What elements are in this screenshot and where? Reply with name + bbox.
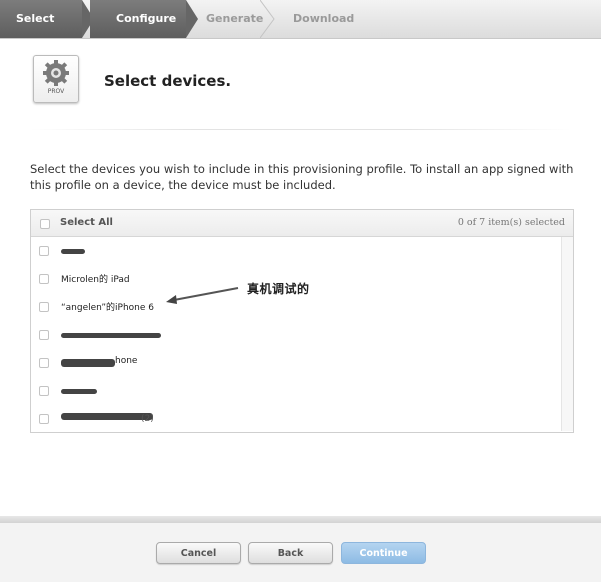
redaction-mark [61,249,85,254]
device-checkbox[interactable] [39,274,49,284]
list-scrollbar[interactable] [561,237,573,431]
device-checkbox[interactable] [39,330,49,340]
redaction-mark [61,389,97,394]
step-select-type: Select Type [0,0,82,63]
instructions-text: Select the devices you wish to include i… [30,162,574,192]
device-name: Microlen的 iPad [61,275,130,285]
device-list-header: Select All 0 of 7 item(s) selected [31,210,573,237]
device-checkbox[interactable] [39,246,49,256]
select-all-checkbox[interactable] [40,219,50,229]
list-item[interactable] [31,377,561,405]
list-item[interactable] [31,237,561,265]
page-title: Select devices. [104,72,232,90]
step-configure: Configure [90,0,186,38]
step-bar: Select Type Configure Generate Download [0,0,601,63]
list-item[interactable] [31,321,561,349]
icon-caption: PROV [47,88,65,95]
device-checkbox[interactable] [39,386,49,396]
provisioning-profile-icon: PROV [33,55,79,103]
annotation-label: 真机调试的 [247,282,310,296]
list-item[interactable]: (2) [31,405,561,433]
selection-count: 0 of 7 item(s) selected [457,217,565,228]
step-generate: Generate [206,12,264,25]
redaction-mark [61,359,115,367]
step-download: Download [293,12,355,25]
gear-icon [43,60,69,86]
redaction-mark [61,333,161,338]
device-name: (2) [141,414,154,424]
device-list: Select All 0 of 7 item(s) selected Micro… [30,209,574,433]
device-name: hone [115,356,138,366]
cancel-button[interactable]: Cancel [156,542,241,564]
back-button[interactable]: Back [248,542,333,564]
device-name: “angelen”的iPhone 6 [61,303,155,313]
device-checkbox[interactable] [39,358,49,368]
divider [30,129,572,130]
list-item[interactable]: “angelen”的iPhone 6 [31,293,561,321]
annotation-arrow-icon [166,287,239,304]
device-checkbox[interactable] [39,302,49,312]
footer-divider [0,516,601,523]
list-item[interactable]: hone [31,349,561,377]
select-all-label[interactable]: Select All [60,217,113,228]
continue-button[interactable]: Continue [341,542,426,564]
device-checkbox[interactable] [39,414,49,424]
redaction-mark [61,413,153,420]
